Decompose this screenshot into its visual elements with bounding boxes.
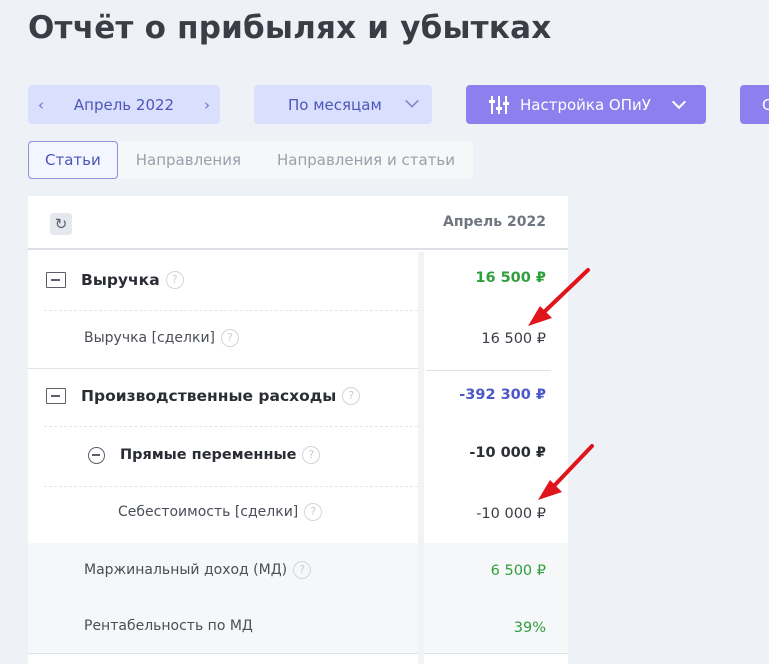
- column-header-period: Апрель 2022: [443, 214, 546, 230]
- folder-collapse-icon[interactable]: [46, 272, 66, 288]
- view-tabs: Статьи Направления Направления и статьи: [28, 141, 473, 179]
- collapse-icon[interactable]: [88, 446, 105, 464]
- row-value: -392 300 ₽: [459, 387, 546, 403]
- chevron-right-icon[interactable]: ›: [204, 96, 210, 114]
- chevron-down-icon: [671, 94, 687, 110]
- period-label: Апрель 2022: [73, 95, 175, 114]
- table-row[interactable]: Выручка ? 16 500 ₽: [28, 252, 568, 310]
- tab-directions-and-articles[interactable]: Направления и статьи: [258, 141, 473, 179]
- chevron-left-icon[interactable]: ‹: [38, 96, 44, 114]
- tab-articles[interactable]: Статьи: [28, 141, 118, 179]
- row-label: Выручка: [81, 271, 160, 289]
- help-icon[interactable]: ?: [304, 503, 323, 521]
- groupby-dropdown[interactable]: По месяцам: [254, 85, 432, 124]
- row-value: 6 500 ₽: [490, 563, 546, 579]
- help-icon[interactable]: ?: [302, 446, 321, 464]
- row-value: 16 500 ₽: [481, 331, 546, 347]
- row-label: Себестоимость [сделки]: [118, 504, 299, 520]
- row-value: 39%: [513, 620, 546, 636]
- help-icon[interactable]: ?: [165, 271, 184, 289]
- folder-collapse-icon[interactable]: [46, 388, 66, 404]
- pnl-table: ↻ Апрель 2022 Выручка ? 16 500 ₽ Выручка…: [28, 196, 568, 664]
- annotation-arrow-icon: [528, 268, 590, 326]
- row-label: Маржинальный доход (МД): [84, 562, 288, 578]
- table-header: ↻ Апрель 2022: [28, 196, 568, 250]
- row-label: Производственные расходы: [81, 387, 337, 405]
- cut-off-button-label: С: [762, 95, 769, 114]
- row-label: Прямые переменные: [120, 447, 297, 463]
- tab-directions[interactable]: Направления: [117, 141, 259, 179]
- row-label: Выручка [сделки]: [84, 330, 216, 346]
- table-row[interactable]: Маржинальный доход (МД) ? 6 500 ₽: [28, 543, 568, 599]
- period-selector[interactable]: ‹ Апрель 2022 ›: [28, 85, 220, 124]
- table-row[interactable]: Производственные расходы ? -392 300 ₽: [28, 368, 568, 426]
- sliders-icon: [488, 95, 510, 114]
- table-row[interactable]: Рентабельность по МД 39%: [28, 599, 568, 653]
- help-icon[interactable]: ?: [221, 329, 240, 347]
- table-row[interactable]: Выручка [сделки] ? 16 500 ₽: [28, 310, 568, 368]
- row-label: Рентабельность по МД: [84, 618, 253, 634]
- chevron-down-icon: [405, 94, 419, 108]
- table-row[interactable]: Прямые переменные ? -10 000 ₽: [28, 426, 568, 484]
- page-title: Отчёт о прибылях и убытках: [28, 10, 552, 46]
- column-divider: [418, 252, 424, 664]
- report-setup-label: Настройка ОПиУ: [520, 95, 651, 114]
- report-setup-button[interactable]: Настройка ОПиУ: [466, 85, 706, 124]
- table-row[interactable]: Себестоимость [сделки] ? -10 000 ₽: [28, 486, 568, 543]
- help-icon[interactable]: ?: [342, 387, 361, 405]
- help-icon[interactable]: ?: [293, 561, 312, 579]
- cut-off-button[interactable]: С: [740, 85, 769, 124]
- refresh-icon[interactable]: ↻: [50, 213, 72, 235]
- annotation-arrow-icon: [538, 444, 594, 500]
- groupby-label: По месяцам: [288, 95, 382, 114]
